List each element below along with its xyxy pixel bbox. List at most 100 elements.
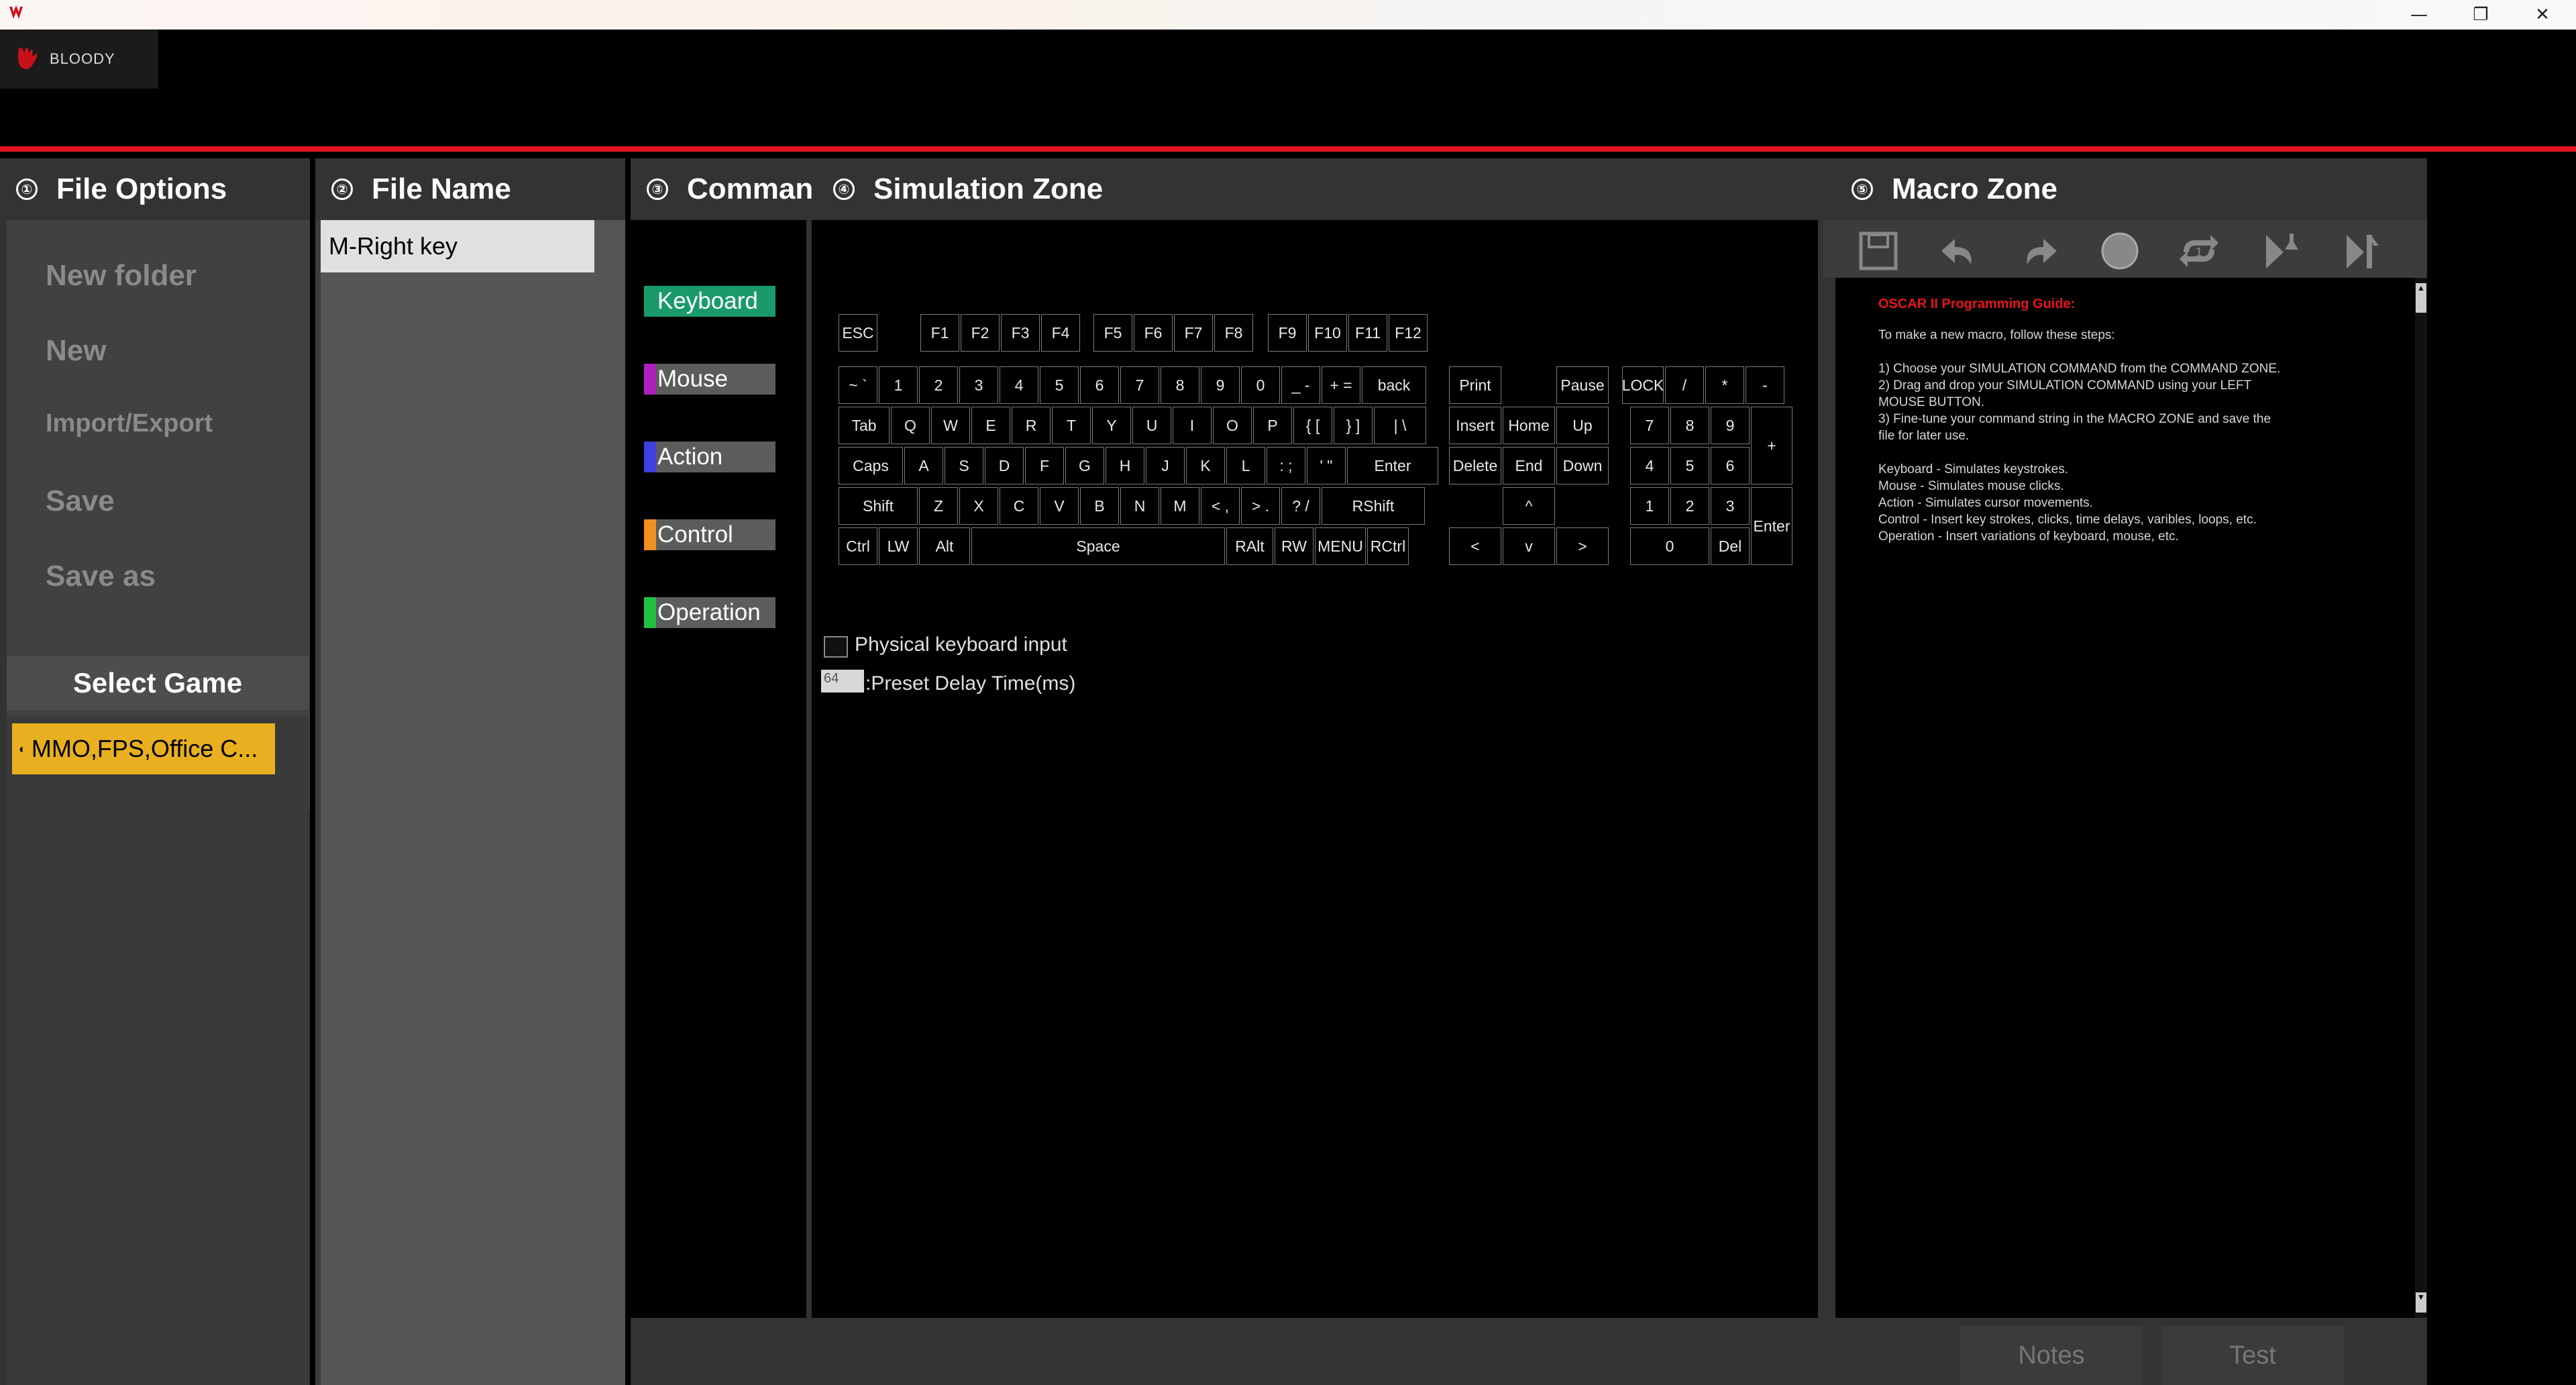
keyboard-key[interactable]: I [1173, 407, 1212, 444]
physical-input-checkbox[interactable] [824, 636, 848, 658]
keyboard-key[interactable]: ~ ` [839, 366, 877, 404]
keyboard-key[interactable]: F3 [1001, 314, 1040, 352]
command-keyboard-button[interactable]: Keyboard [644, 286, 775, 317]
keyboard-key[interactable]: / [1665, 366, 1704, 404]
keyboard-key[interactable]: D [985, 447, 1024, 484]
keyboard-key[interactable]: Tab [839, 407, 890, 444]
keyboard-key[interactable]: Space [971, 527, 1225, 565]
keyboard-key[interactable]: Ctrl [839, 527, 877, 565]
keyboard-key[interactable]: Print [1449, 366, 1501, 404]
keyboard-key[interactable]: > [1556, 527, 1609, 565]
keyboard-key[interactable]: 0 [1630, 527, 1709, 565]
keyboard-key[interactable]: Caps [839, 447, 903, 484]
keyboard-key[interactable]: Delete [1449, 447, 1501, 484]
keyboard-key[interactable]: * [1705, 366, 1744, 404]
record-tool-button[interactable] [2093, 225, 2147, 279]
keyboard-key[interactable]: 9 [1201, 366, 1240, 404]
keyboard-key[interactable]: F6 [1134, 314, 1173, 352]
keyboard-key[interactable]: Pause [1556, 366, 1609, 404]
command-control-button[interactable]: Control [644, 519, 775, 550]
keyboard-key[interactable]: 8 [1670, 407, 1709, 444]
keyboard-key[interactable]: ' " [1307, 447, 1346, 484]
keyboard-key[interactable]: } ] [1334, 407, 1373, 444]
keyboard-key[interactable]: 3 [959, 366, 998, 404]
keyboard-key[interactable]: R [1012, 407, 1051, 444]
insert-end-tool-button[interactable] [2334, 225, 2388, 279]
restore-button[interactable]: ❐ [2450, 0, 2512, 30]
keyboard-key[interactable]: 8 [1161, 366, 1199, 404]
keyboard-key[interactable]: 7 [1120, 366, 1159, 404]
keyboard-key[interactable]: Insert [1449, 407, 1501, 444]
notes-button[interactable]: Notes [1960, 1326, 2143, 1385]
keyboard-key[interactable]: F1 [920, 314, 959, 352]
command-action-button[interactable]: Action [644, 442, 775, 472]
keyboard-key[interactable]: F9 [1268, 314, 1307, 352]
keyboard-key[interactable]: Enter [1347, 447, 1438, 484]
keyboard-key[interactable]: RW [1275, 527, 1313, 565]
keyboard-key[interactable]: + [1751, 407, 1792, 484]
keyboard-key[interactable]: P [1253, 407, 1292, 444]
keyboard-key[interactable]: < [1449, 527, 1501, 565]
keyboard-key[interactable]: End [1503, 447, 1555, 484]
new-folder-button[interactable]: New folder [46, 259, 197, 293]
keyboard-key[interactable]: 1 [879, 366, 918, 404]
keyboard-key[interactable]: V [1040, 487, 1079, 525]
keyboard-key[interactable]: G [1065, 447, 1104, 484]
keyboard-key[interactable]: _ - [1281, 366, 1320, 404]
save-as-button[interactable]: Save as [46, 560, 156, 593]
keyboard-key[interactable]: T [1052, 407, 1091, 444]
keyboard-key[interactable]: U [1132, 407, 1171, 444]
macro-scrollbar[interactable]: ▲ ▼ [2415, 278, 2427, 1318]
keyboard-key[interactable]: Home [1503, 407, 1555, 444]
keyboard-key[interactable]: S [945, 447, 983, 484]
keyboard-key[interactable]: RCtrl [1367, 527, 1409, 565]
keyboard-key[interactable]: J [1146, 447, 1185, 484]
keyboard-key[interactable]: 9 [1711, 407, 1750, 444]
loop-tool-button[interactable]: 1 [2172, 225, 2226, 279]
keyboard-key[interactable]: Up [1556, 407, 1609, 444]
keyboard-key[interactable]: 3 [1711, 487, 1750, 525]
new-button[interactable]: New [46, 334, 106, 368]
keyboard-key[interactable]: X [959, 487, 998, 525]
keyboard-key[interactable]: LOCK [1622, 366, 1664, 404]
keyboard-key[interactable]: M [1161, 487, 1199, 525]
keyboard-key[interactable]: : ; [1267, 447, 1305, 484]
keyboard-key[interactable]: Enter [1751, 487, 1792, 565]
command-operation-button[interactable]: Operation [644, 597, 775, 628]
keyboard-key[interactable]: 5 [1040, 366, 1079, 404]
keyboard-key[interactable]: < , [1201, 487, 1240, 525]
close-button[interactable]: ✕ [2512, 0, 2573, 30]
keyboard-key[interactable]: 2 [1670, 487, 1709, 525]
test-button[interactable]: Test [2161, 1326, 2344, 1385]
keyboard-key[interactable]: 5 [1670, 447, 1709, 484]
keyboard-key[interactable]: F10 [1308, 314, 1347, 352]
keyboard-key[interactable]: Y [1092, 407, 1131, 444]
keyboard-key[interactable]: W [931, 407, 970, 444]
keyboard-key[interactable]: 2 [919, 366, 958, 404]
keyboard-key[interactable]: F2 [961, 314, 1000, 352]
keyboard-key[interactable]: - [1746, 366, 1784, 404]
game-item[interactable]: ◐ MMO,FPS,Office C... [12, 723, 275, 774]
keyboard-key[interactable]: C [1000, 487, 1038, 525]
keyboard-key[interactable]: 1 [1630, 487, 1669, 525]
keyboard-key[interactable]: F8 [1214, 314, 1253, 352]
keyboard-key[interactable]: Down [1556, 447, 1609, 484]
import-export-button[interactable]: Import/Export [46, 409, 213, 438]
keyboard-key[interactable]: 7 [1630, 407, 1669, 444]
keyboard-key[interactable]: B [1080, 487, 1119, 525]
keyboard-key[interactable]: F7 [1174, 314, 1213, 352]
keyboard-key[interactable]: N [1120, 487, 1159, 525]
keyboard-key[interactable]: F [1025, 447, 1064, 484]
insert-tool-button[interactable] [2254, 225, 2308, 279]
keyboard-key[interactable]: > . [1241, 487, 1280, 525]
keyboard-key[interactable]: 6 [1080, 366, 1119, 404]
undo-tool-button[interactable] [1932, 225, 1986, 279]
keyboard-key[interactable]: Alt [919, 527, 970, 565]
keyboard-key[interactable]: Q [891, 407, 930, 444]
delay-input[interactable]: 64 [821, 670, 864, 692]
redo-tool-button[interactable] [2012, 225, 2066, 279]
minimize-button[interactable]: — [2388, 0, 2450, 30]
keyboard-key[interactable]: LW [879, 527, 918, 565]
keyboard-key[interactable]: + = [1322, 366, 1360, 404]
keyboard-key[interactable]: E [971, 407, 1010, 444]
